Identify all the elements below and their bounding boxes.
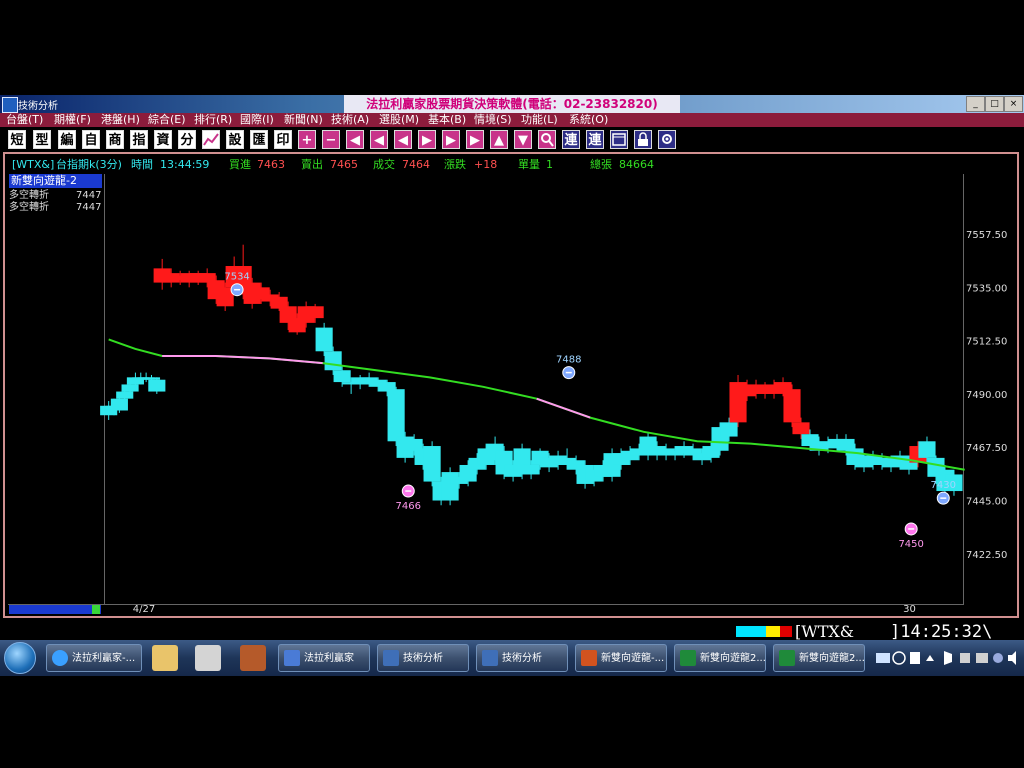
candle-body (423, 446, 441, 482)
signal-value-label: 7534 (224, 272, 249, 283)
task-label: 法拉利贏家-... (72, 653, 136, 664)
app-shortcut-icon[interactable] (240, 645, 266, 671)
task-label: 技術分析 (403, 653, 443, 664)
display-icon (976, 653, 988, 663)
status-indicator-cyan (736, 626, 766, 637)
task-ie[interactable]: 法拉利贏家-... (46, 644, 142, 672)
powerpoint-icon (581, 650, 597, 666)
signal-value-label: 7450 (898, 539, 923, 550)
ie-icon (52, 650, 68, 666)
candle-body (315, 327, 333, 352)
candle-body (441, 472, 459, 501)
app-icon (284, 650, 300, 666)
candle-body (324, 351, 342, 371)
task-ferrari[interactable]: 法拉利贏家 (278, 644, 370, 672)
y-tick-label: 7512.50 (966, 337, 1007, 348)
y-tick-label: 7467.50 (966, 443, 1007, 454)
status-symbol: [WTX&_ (795, 622, 862, 641)
candle-body (116, 391, 134, 399)
signal-value-label: 7430 (931, 480, 956, 491)
ma-line-bearish (162, 355, 323, 365)
candle-body (306, 306, 324, 319)
scroll-thumb[interactable] (92, 605, 100, 614)
indicator-scrollbar[interactable] (9, 605, 101, 614)
task-label: 新雙向遊龍2... (700, 653, 766, 664)
candle-body (387, 389, 405, 442)
candle-body (720, 422, 738, 437)
task-tech-analysis-1[interactable]: 技術分析 (377, 644, 469, 672)
note-icon (910, 652, 920, 664)
y-tick-label: 7422.50 (966, 550, 1007, 561)
task-label: 新雙向遊龍-... (601, 653, 665, 664)
ma-line-bearish (536, 397, 591, 419)
explorer-icon[interactable] (152, 645, 178, 671)
task-excel-1[interactable]: 新雙向遊龍2... (674, 644, 766, 672)
signal-value-label: 7466 (396, 501, 421, 512)
y-tick-label: 7490.00 (966, 390, 1007, 401)
system-tray[interactable] (874, 648, 1024, 668)
candle-body (918, 441, 936, 458)
flag-icon (944, 651, 952, 665)
candle-body (142, 377, 161, 380)
chart-app-icon (383, 650, 399, 666)
task-powerpoint[interactable]: 新雙向遊龍-... (575, 644, 667, 672)
candle-body (110, 398, 128, 411)
help-icon (892, 651, 906, 665)
task-label: 法拉利贏家 (304, 653, 354, 664)
task-excel-2[interactable]: 新雙向遊龍2... (773, 644, 865, 672)
candle-body (148, 379, 166, 392)
y-tick-label: 7535.00 (966, 283, 1007, 294)
x-tick-label: 30 (903, 604, 916, 615)
task-tech-analysis-2[interactable]: 技術分析 (476, 644, 568, 672)
candle-body (783, 389, 801, 423)
task-label: 技術分析 (502, 653, 542, 664)
task-label: 新雙向遊龍2... (799, 653, 865, 664)
y-tick-label: 7445.00 (966, 497, 1007, 508)
excel-icon (680, 650, 696, 666)
status-time: ]14:25:32\ (890, 622, 993, 642)
power-icon (993, 653, 1003, 663)
keyboard-icon (876, 653, 890, 663)
volume-icon (1008, 651, 1016, 665)
excel-icon (779, 650, 795, 666)
candle-body (333, 370, 351, 383)
signal-value-label: 7488 (556, 355, 581, 366)
y-tick-label: 7557.50 (966, 230, 1007, 241)
status-indicator-red (780, 626, 792, 637)
start-button[interactable] (4, 642, 36, 674)
candle-body (522, 464, 540, 475)
candle-body (121, 384, 139, 392)
network-icon (960, 653, 970, 663)
x-tick-label: 4/27 (132, 604, 156, 615)
ma-line (108, 338, 965, 471)
status-strip (0, 622, 1024, 640)
status-indicator-yellow (766, 626, 780, 637)
media-player-icon[interactable] (195, 645, 221, 671)
chart-app-icon (482, 650, 498, 666)
chevron-up-icon (926, 655, 934, 661)
candle-body (792, 422, 810, 435)
